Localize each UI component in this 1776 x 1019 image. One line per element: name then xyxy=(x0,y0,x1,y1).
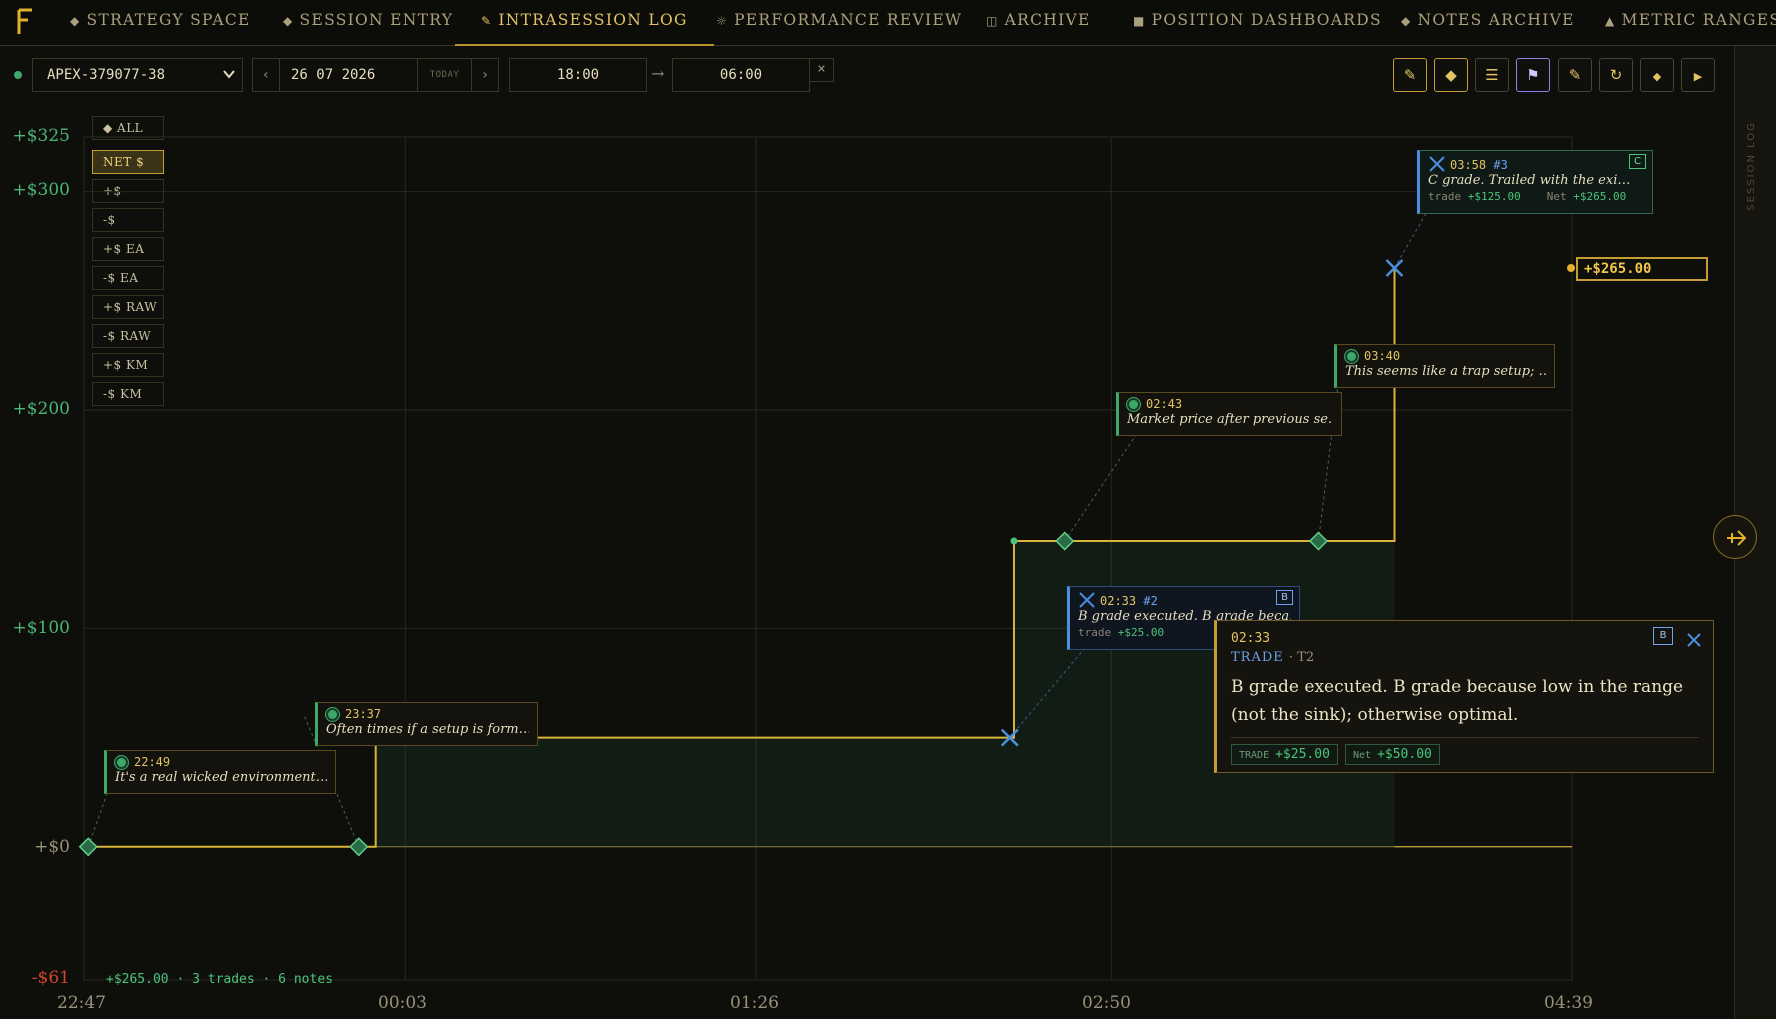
crossed-swords-icon xyxy=(1079,592,1095,608)
trade-number: #2 xyxy=(1143,594,1158,608)
note-card[interactable]: 02:43 Market price after previous se… xyxy=(1116,392,1342,436)
x-tick-label: 01:26 xyxy=(730,993,779,1013)
note-diamond-icon xyxy=(349,837,369,857)
trade-label: trade xyxy=(1428,190,1462,203)
popup-ref: · T2 xyxy=(1288,650,1315,665)
x-tick-label: 02:50 xyxy=(1082,993,1131,1013)
y-tick-label: +$325 xyxy=(12,126,70,146)
value-tag-dot xyxy=(1567,264,1575,272)
net-pill: Net +$50.00 xyxy=(1345,744,1440,765)
popup-body: B grade executed. B grade because low in… xyxy=(1231,677,1684,725)
note-diamond-icon xyxy=(78,837,98,857)
trade-pill: TRADE +$25.00 xyxy=(1231,744,1338,765)
current-value-tag: +$265.00 xyxy=(1576,257,1708,281)
net-value: +$265.00 xyxy=(1573,190,1627,203)
y-tick-label: +$200 xyxy=(12,399,70,419)
y-tick-label: -$61 xyxy=(31,968,70,988)
note-text: It's a real wicked environment… xyxy=(115,770,327,785)
note-icon xyxy=(326,708,339,721)
grade-badge: B xyxy=(1276,590,1293,605)
note-text: Often times if a setup is form… xyxy=(326,722,529,737)
trade-detail-popup[interactable]: 02:33 TRADE · T2 B grade executed. B gra… xyxy=(1214,620,1714,773)
trade-card[interactable]: 03:58 #3 C grade. Trailed with the exi… … xyxy=(1417,150,1653,214)
y-tick-label: +$300 xyxy=(12,180,70,200)
trade-time: 03:58 xyxy=(1450,158,1487,172)
popup-time: 02:33 xyxy=(1231,631,1271,646)
y-tick-label: +$0 xyxy=(34,837,70,857)
pill-value: +$50.00 xyxy=(1377,747,1432,762)
x-tick-label: 22:47 xyxy=(57,993,106,1013)
trade-value: +$25.00 xyxy=(1117,626,1165,639)
note-time: 02:43 xyxy=(1146,397,1183,411)
pill-label: Net xyxy=(1353,750,1372,761)
note-card[interactable]: 23:37 Often times if a setup is form… xyxy=(315,702,538,746)
note-time: 03:40 xyxy=(1364,349,1401,363)
x-tick-label: 04:39 xyxy=(1544,993,1593,1013)
note-card[interactable]: 03:40 This seems like a trap setup; … xyxy=(1334,344,1555,388)
expand-panel-button[interactable] xyxy=(1713,515,1757,559)
pill-value: +$25.00 xyxy=(1275,747,1330,762)
net-label: Net xyxy=(1546,190,1567,203)
grade-badge: C xyxy=(1629,154,1646,169)
trade-value: +$125.00 xyxy=(1467,190,1521,203)
step-point xyxy=(1010,537,1018,545)
grade-badge: B xyxy=(1653,627,1673,645)
trade-time: 02:33 xyxy=(1100,594,1137,608)
session-summary: +$265.00 · 3 trades · 6 notes xyxy=(106,972,333,987)
note-icon xyxy=(1345,350,1358,363)
crossed-swords-icon xyxy=(1429,156,1445,172)
note-icon xyxy=(115,756,128,769)
popup-kind: TRADE xyxy=(1231,650,1284,665)
x-tick-label: 00:03 xyxy=(378,993,427,1013)
y-tick-label: +$100 xyxy=(12,618,70,638)
pill-label: TRADE xyxy=(1239,750,1270,761)
note-time: 22:49 xyxy=(134,755,171,769)
trade-label: trade xyxy=(1078,626,1112,639)
trade-text: C grade. Trailed with the exi… xyxy=(1428,173,1631,188)
crossed-swords-icon[interactable] xyxy=(1685,631,1703,649)
note-icon xyxy=(1127,398,1140,411)
panel-label: SESSION LOG xyxy=(1746,121,1757,211)
trade-number: #3 xyxy=(1493,158,1508,172)
note-time: 23:37 xyxy=(345,707,382,721)
note-card[interactable]: 22:49 It's a real wicked environment… xyxy=(104,750,336,794)
note-text: Market price after previous se… xyxy=(1127,412,1333,427)
note-text: This seems like a trap setup; … xyxy=(1345,364,1546,379)
send-arrow-icon xyxy=(1727,530,1747,546)
